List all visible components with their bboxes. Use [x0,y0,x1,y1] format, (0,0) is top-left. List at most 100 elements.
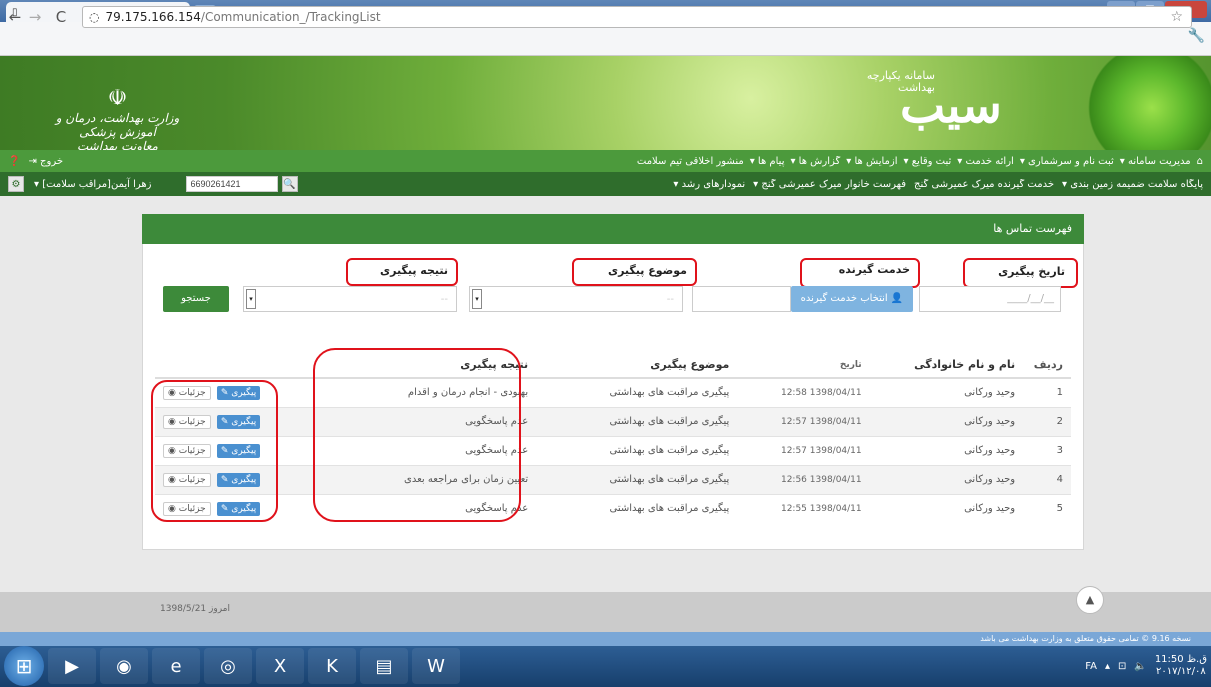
row-name: وحید ورکانی [869,406,1024,436]
clock-date: ۲۰۱۷/۱۲/۰۸ [1156,666,1206,677]
search-icon[interactable]: 🔍 [281,176,298,192]
date-filter-label: تاریخ پیگیری [998,265,1065,278]
sib-logo: سیب [900,78,1002,134]
col-header-row-number[interactable]: ردیف [1023,352,1071,379]
table-row: 3 وحید ورکانی 12:57 1398/04/11 پیگیری مراقب… [155,435,1071,465]
tracking-table: ردیف نام و نام خانوادگی تاریخ موضوع پیگی… [155,352,1071,523]
main-menu-item[interactable]: مدیریت سامانه ▾ [1120,156,1191,167]
media-player-icon[interactable]: ▶ [48,648,96,684]
recipient-filter-label: خدمت گیرنده [838,263,910,276]
help-icon[interactable]: ❓ [8,156,20,167]
network-icon[interactable]: ⊡ [1118,661,1126,672]
main-menu: ⌂ مدیریت سامانه ▾ ثبت نام و سرشماری ▾ ارائ… [0,150,1211,172]
row-date: 12:57 1398/04/11 [737,406,870,436]
tray-expand-icon[interactable]: ▴ [1105,661,1110,672]
system-tray: FA ▴ ⊡ 🔈 11:50 ق.ظ ۲۰۱۷/۱۲/۰۸ [1085,648,1207,684]
exit-icon: ⇥ [28,155,37,167]
exit-link[interactable]: ⇥ خروج [28,156,63,167]
highlight-box-result-column [313,348,521,522]
row-date: 12:58 1398/04/11 [737,377,870,407]
row-subject: پیگیری مراقبت های بهداشتی [536,435,738,465]
url-path: /Communication_/TrackingList [200,10,381,24]
col-header-subject[interactable]: موضوع پیگیری [536,352,738,379]
chrome-icon[interactable]: ◎ [204,648,252,684]
row-date: 12:55 1398/04/11 [737,493,870,523]
footer-date: امروز 1398/5/21 [160,604,230,614]
scroll-to-top-button[interactable]: ▲ [1076,586,1104,614]
national-id-input[interactable] [185,176,278,192]
copyright-bar: نسخه 9.16 © تمامی حقوق متعلق به وزارت به… [0,632,1211,646]
table-row: 2 وحید ورکانی 12:57 1398/04/11 پیگیری مراقب… [155,406,1071,436]
reload-icon[interactable]: C [52,8,70,26]
result-select-value: -- [440,293,448,305]
language-indicator[interactable]: FA [1085,661,1097,672]
row-name: وحید ورکانی [869,377,1024,407]
panel-title: فهرست تماس ها [142,214,1084,244]
context-menu-item[interactable]: پایگاه سلامت ضمیمه زمین بندی ▾ [1062,179,1203,190]
wrench-icon[interactable]: 🔧 [1188,28,1205,44]
row-subject: پیگیری مراقبت های بهداشتی [536,406,738,436]
volume-icon[interactable]: 🔈 [1134,661,1146,672]
highlight-box-actions-column [151,380,278,522]
main-menu-item[interactable]: آزمایش ها ▾ [846,156,897,167]
select-recipient-label: انتخاب خدمت گیرنده [800,293,888,304]
date-input[interactable]: __/__/____ [919,286,1061,312]
clock[interactable]: 11:50 ق.ظ ۲۰۱۷/۱۲/۰۸ [1155,654,1207,678]
ministry-emblem: ☫ وزارت بهداشت، درمان و آموزش پزشکی معاو… [50,86,185,153]
word-icon[interactable]: W [412,648,460,684]
search-button[interactable]: جستجو [163,286,229,312]
subject-select[interactable]: ▾ -- [469,286,683,312]
clock-time: 11:50 ق.ظ [1154,654,1207,665]
forward-arrow-icon[interactable]: → [26,8,44,26]
home-icon[interactable]: ⌂ [1197,156,1203,167]
context-menu-item[interactable]: فهرست خانوار میرک عمیرشی گنج ▾ [753,179,906,190]
main-menu-item[interactable]: ثبت وقایع ▾ [904,156,952,167]
bookmark-star-icon[interactable]: ☆ [1170,9,1183,25]
firefox-icon[interactable]: ◉ [100,648,148,684]
iran-emblem-icon: ☫ [107,86,128,111]
chevron-down-icon[interactable]: ▾ [246,289,256,309]
row-number: 5 [1023,493,1071,523]
context-menu-item[interactable]: نمودارهای رشد ▾ [673,179,745,190]
context-menu-item[interactable]: خدمت گیرنده میرک عمیرشی گنج [914,179,1054,190]
user-settings-icon[interactable]: ⚙ [8,176,24,192]
col-header-date[interactable]: تاریخ [737,352,870,379]
ministry-line1: وزارت بهداشت، درمان و آموزش پزشکی [55,111,180,139]
row-name: وحید ورکانی [869,493,1024,523]
kaspersky-icon[interactable]: K [308,648,356,684]
context-menu-items: پایگاه سلامت ضمیمه زمین بندی ▾ خدمت گیرند… [298,179,1203,190]
table-header-row: ردیف نام و نام خانوادگی تاریخ موضوع پیگی… [155,352,1071,379]
row-name: وحید ورکانی [869,464,1024,494]
main-menu-item[interactable]: منشور اخلاقی تیم سلامت [637,156,744,167]
table-row: 1 وحید ورکانی 12:58 1398/04/11 پیگیری مراقب… [155,377,1071,407]
result-select[interactable]: ▾ -- [243,286,457,312]
row-subject: پیگیری مراقبت های بهداشتی [536,464,738,494]
file-explorer-icon[interactable]: ▤ [360,648,408,684]
row-subject: پیگیری مراقبت های بهداشتی [536,493,738,523]
start-button[interactable]: ⊞ [4,646,44,686]
row-subject: پیگیری مراقبت های بهداشتی [536,377,738,407]
col-header-name[interactable]: نام و نام خانوادگی [869,352,1024,379]
chevron-down-icon[interactable]: ▾ [472,289,482,309]
apple-logo-image [1080,56,1211,150]
back-arrow-icon[interactable]: ← [6,8,24,26]
main-menu-item[interactable]: ارائه خدمت ▾ [957,156,1014,167]
col-header-actions [155,352,325,379]
excel-icon[interactable]: X [256,648,304,684]
exit-label: خروج [40,155,64,167]
user-icon: 👤 [887,293,904,304]
page-info-icon[interactable]: ◌ [89,10,99,24]
main-menu-items: مدیریت سامانه ▾ ثبت نام و سرشماری ▾ ارائه … [63,156,1191,167]
internet-explorer-icon[interactable]: e [152,648,200,684]
url-bar[interactable]: ◌ 79.175.166.154 /Communication_/Trackin… [82,6,1192,28]
select-recipient-button[interactable]: 👤 انتخاب خدمت گیرنده [791,286,913,312]
main-menu-item[interactable]: گزارش ها ▾ [790,156,840,167]
row-date: 12:56 1398/04/11 [737,464,870,494]
row-number: 4 [1023,464,1071,494]
main-menu-item[interactable]: ثبت نام و سرشماری ▾ [1020,156,1114,167]
url-domain: 79.175.166.154 [105,10,201,24]
user-role-menu[interactable]: زهرا آیمن[مراقب سلامت] ▾ [34,179,152,190]
recipient-input[interactable] [692,286,791,312]
main-menu-item[interactable]: پیام ها ▾ [750,156,785,167]
row-number: 3 [1023,435,1071,465]
